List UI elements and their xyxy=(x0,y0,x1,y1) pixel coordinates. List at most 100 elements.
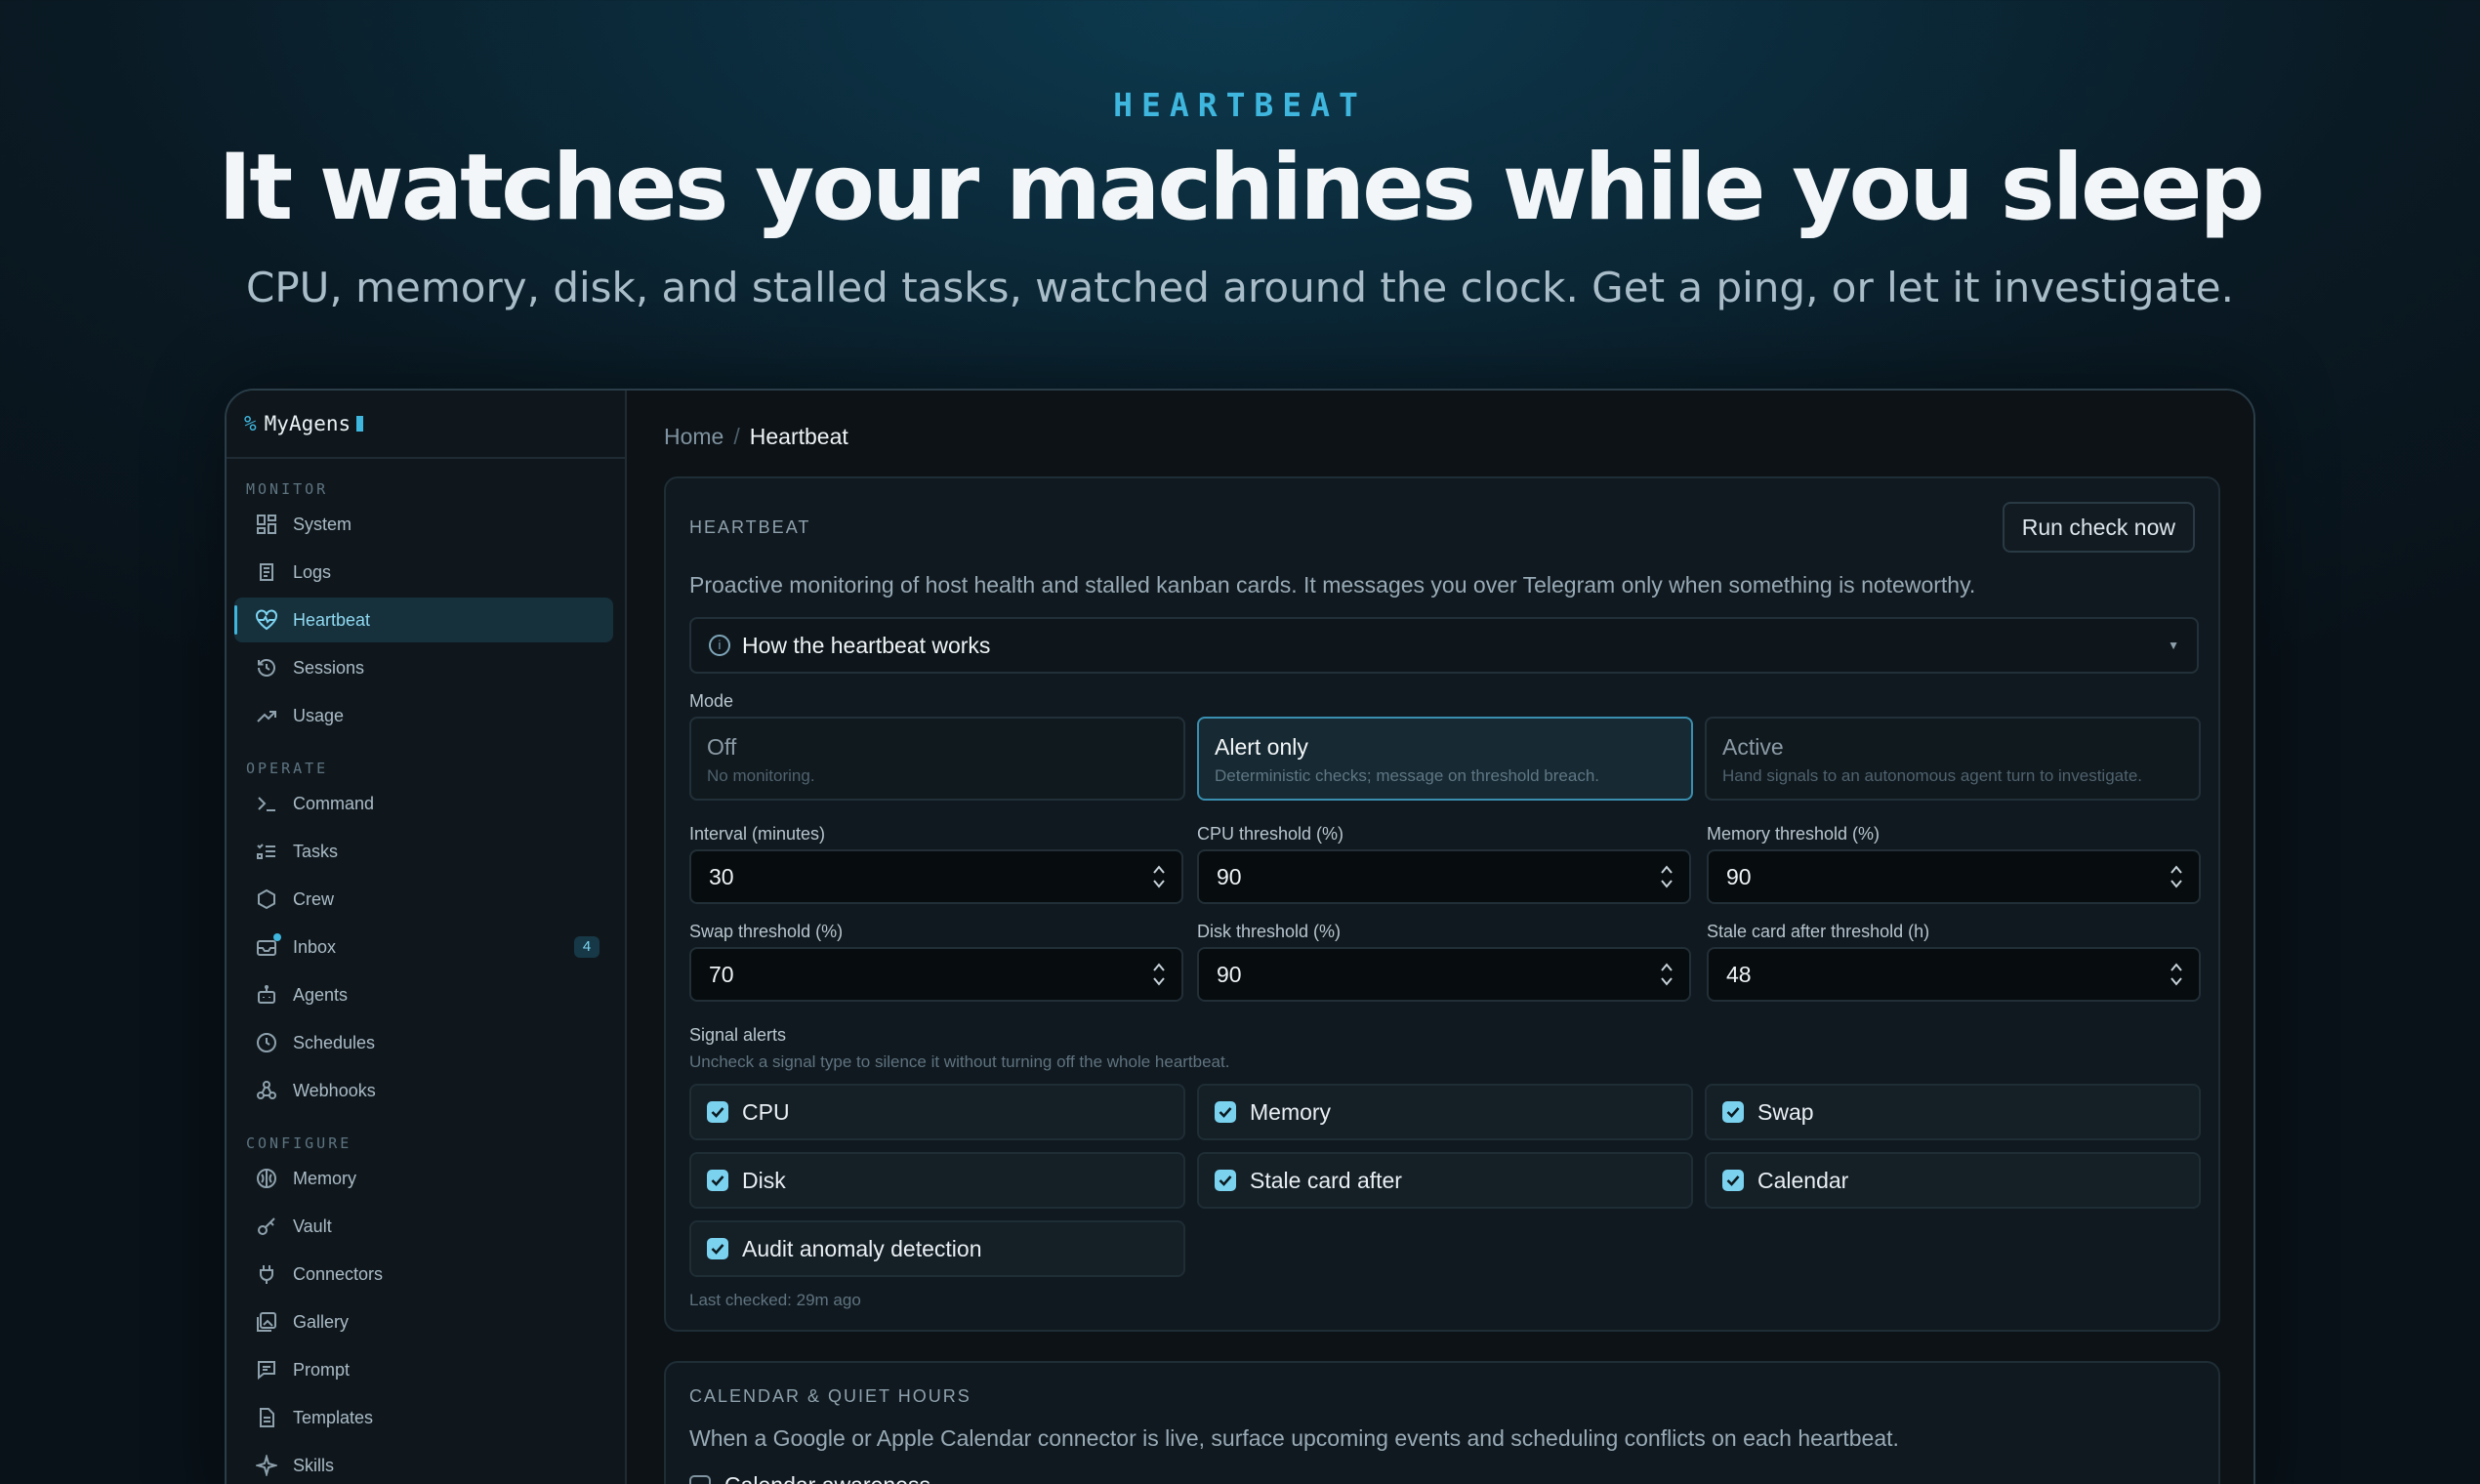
memory-threshold-label: Memory threshold (%) xyxy=(1707,824,1881,844)
checkbox-label: Calendar awareness xyxy=(724,1472,930,1484)
hero-eyebrow: HEARTBEAT xyxy=(1113,86,1367,124)
sidebar-item-connectors[interactable]: Connectors xyxy=(234,1252,613,1297)
mode-subtitle: Deterministic checks; message on thresho… xyxy=(1215,766,1600,785)
signal-alerts-hint: Uncheck a signal type to silence it with… xyxy=(689,1052,1230,1071)
check-icon xyxy=(1722,1170,1744,1191)
mode-subtitle: No monitoring. xyxy=(707,766,815,785)
memory-threshold-input[interactable]: 90 xyxy=(1707,849,2201,904)
sidebar-item-label: Logs xyxy=(293,561,332,582)
breadcrumb-separator: / xyxy=(733,424,740,449)
checkbox-label: Swap xyxy=(1757,1098,1814,1125)
check-icon xyxy=(1215,1170,1236,1191)
sidebar-item-schedules[interactable]: Schedules xyxy=(234,1020,613,1065)
cpu-threshold-input[interactable]: 90 xyxy=(1197,849,1691,904)
stepper-icon[interactable] xyxy=(1152,863,1166,890)
disk-threshold-label: Disk threshold (%) xyxy=(1197,922,1342,941)
sidebar-item-sessions[interactable]: Sessions xyxy=(234,645,613,690)
sidebar-item-crew[interactable]: Crew xyxy=(234,877,613,922)
brand-logo[interactable]: % MyAgens xyxy=(227,391,625,459)
sidebar-item-label: Inbox xyxy=(293,936,337,957)
sidebar-item-gallery[interactable]: Gallery xyxy=(234,1299,613,1344)
sidebar-item-label: Sessions xyxy=(293,657,365,678)
plug-icon xyxy=(254,1261,279,1287)
run-check-button[interactable]: Run check now xyxy=(2002,502,2195,553)
mode-label: Mode xyxy=(689,691,734,711)
sidebar-item-label: Webhooks xyxy=(293,1080,376,1100)
signal-swap-checkbox[interactable]: Swap xyxy=(1705,1084,2201,1140)
main-content: Home / Heartbeat HEARTBEAT Run check now P… xyxy=(627,391,2253,1484)
mode-alert-only-option[interactable]: Alert only Deterministic checks; message… xyxy=(1197,717,1693,801)
sidebar-item-usage[interactable]: Usage xyxy=(234,693,613,738)
sidebar-item-heartbeat[interactable]: Heartbeat xyxy=(234,598,613,642)
calendar-awareness-checkbox[interactable]: Calendar awareness xyxy=(689,1472,930,1484)
swap-threshold-input[interactable]: 70 xyxy=(689,947,1183,1002)
swap-threshold-label: Swap threshold (%) xyxy=(689,922,844,941)
sidebar-item-label: Tasks xyxy=(293,841,339,861)
sidebar-item-templates[interactable]: Templates xyxy=(234,1395,613,1440)
hero-headline: It watches your machines while you sleep xyxy=(218,135,2265,241)
accordion-title: How the heartbeat works xyxy=(742,632,991,658)
signal-audit-anomaly-checkbox[interactable]: Audit anomaly detection xyxy=(689,1220,1185,1277)
inbox-count-badge: 4 xyxy=(574,936,599,958)
signal-stale-card-checkbox[interactable]: Stale card after xyxy=(1197,1152,1693,1209)
mode-active-option[interactable]: Active Hand signals to an autonomous age… xyxy=(1705,717,2201,801)
input-value: 90 xyxy=(1217,961,1242,987)
input-value: 90 xyxy=(1726,863,1752,889)
input-value: 30 xyxy=(709,863,734,889)
signal-memory-checkbox[interactable]: Memory xyxy=(1197,1084,1693,1140)
bot-icon xyxy=(254,982,279,1008)
how-it-works-accordion[interactable]: i How the heartbeat works ▼ xyxy=(689,617,2199,674)
check-icon xyxy=(707,1170,728,1191)
sidebar-item-logs[interactable]: Logs xyxy=(234,550,613,595)
sidebar-item-label: Vault xyxy=(293,1216,332,1236)
sidebar-item-label: Templates xyxy=(293,1407,374,1427)
checkbox-label: Audit anomaly detection xyxy=(742,1235,982,1261)
sidebar-item-system[interactable]: System xyxy=(234,502,613,547)
signal-calendar-checkbox[interactable]: Calendar xyxy=(1705,1152,2201,1209)
card-title: HEARTBEAT xyxy=(689,517,811,537)
checkbox-label: Calendar xyxy=(1757,1167,1849,1193)
checkbox-empty-icon xyxy=(689,1474,711,1484)
stepper-icon[interactable] xyxy=(1660,961,1674,988)
stepper-icon[interactable] xyxy=(2170,863,2183,890)
brand-prefix: % xyxy=(244,412,257,435)
unread-dot xyxy=(273,933,281,941)
sidebar-item-command[interactable]: Command xyxy=(234,781,613,826)
heart-pulse-icon xyxy=(254,607,279,633)
app-window: % MyAgens MONITOR System Logs Heartbeat … xyxy=(225,389,2255,1484)
stepper-icon[interactable] xyxy=(2170,961,2183,988)
trend-up-icon xyxy=(254,703,279,728)
mode-off-option[interactable]: Off No monitoring. xyxy=(689,717,1185,801)
hero-subline: CPU, memory, disk, and stalled tasks, wa… xyxy=(246,264,2234,311)
disk-threshold-input[interactable]: 90 xyxy=(1197,947,1691,1002)
stale-card-input[interactable]: 48 xyxy=(1707,947,2201,1002)
sidebar-item-label: Prompt xyxy=(293,1359,351,1380)
stepper-icon[interactable] xyxy=(1152,961,1166,988)
sidebar-item-label: Connectors xyxy=(293,1263,384,1284)
calendar-card: CALENDAR & QUIET HOURS When a Google or … xyxy=(664,1361,2220,1484)
breadcrumb-home[interactable]: Home xyxy=(664,424,723,449)
signal-disk-checkbox[interactable]: Disk xyxy=(689,1152,1185,1209)
heartbeat-description: Proactive monitoring of host health and … xyxy=(689,572,1976,598)
sidebar-item-prompt[interactable]: Prompt xyxy=(234,1347,613,1392)
file-icon xyxy=(254,1405,279,1430)
interval-input[interactable]: 30 xyxy=(689,849,1183,904)
nav-section-operate: OPERATE xyxy=(246,760,329,777)
stepper-icon[interactable] xyxy=(1660,863,1674,890)
sidebar-item-webhooks[interactable]: Webhooks xyxy=(234,1068,613,1113)
sidebar-item-label: Gallery xyxy=(293,1311,350,1332)
check-icon xyxy=(707,1101,728,1123)
checkbox-label: CPU xyxy=(742,1098,790,1125)
sidebar-item-vault[interactable]: Vault xyxy=(234,1204,613,1249)
breadcrumb: Home / Heartbeat xyxy=(664,424,848,450)
signal-cpu-checkbox[interactable]: CPU xyxy=(689,1084,1185,1140)
sidebar-item-tasks[interactable]: Tasks xyxy=(234,829,613,874)
terminal-icon xyxy=(254,791,279,816)
sidebar-item-label: Skills xyxy=(293,1455,335,1475)
sidebar-item-inbox[interactable]: Inbox 4 xyxy=(234,925,613,969)
sidebar-item-skills[interactable]: Skills xyxy=(234,1443,613,1484)
signal-alerts-label: Signal alerts xyxy=(689,1025,787,1045)
input-value: 48 xyxy=(1726,961,1752,987)
sidebar-item-agents[interactable]: Agents xyxy=(234,972,613,1017)
sidebar-item-memory[interactable]: Memory xyxy=(234,1156,613,1201)
